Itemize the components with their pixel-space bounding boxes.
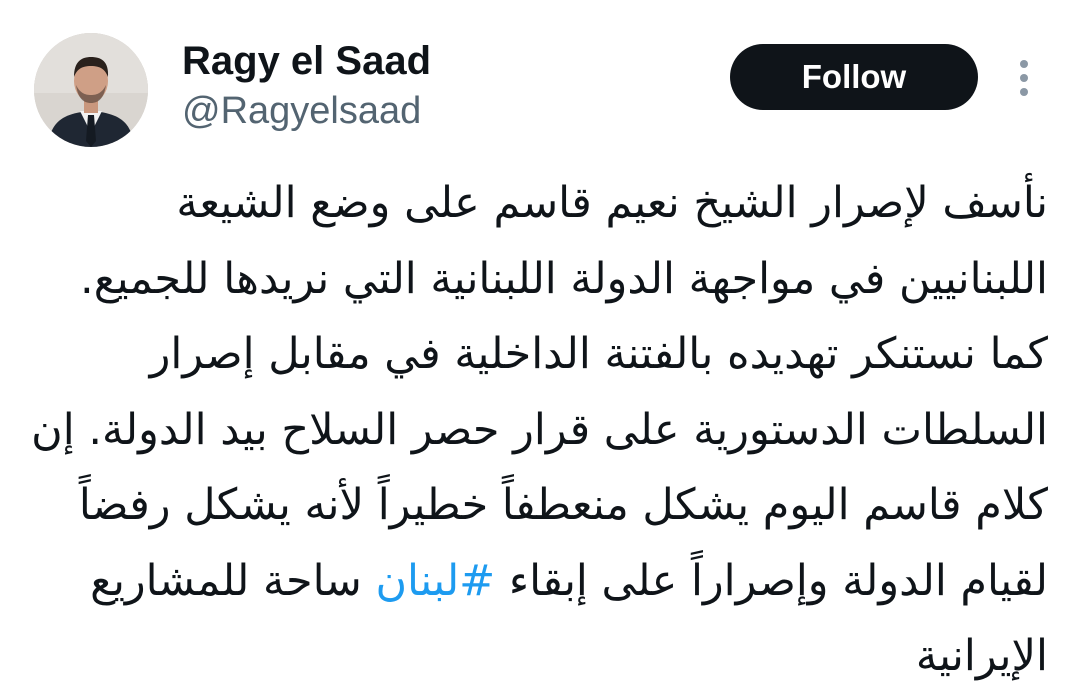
hashtag-link[interactable]: #لبنان [375,556,495,606]
tweet-line-part: لقيام الدولة وإصراراً على إبقاء [508,555,1048,606]
tweet-line: كلام قاسم اليوم يشكل منعطفاً خطيراً لأنه… [78,480,1048,530]
follow-button[interactable]: Follow [730,44,978,110]
tweet-header: Ragy el Saad @Ragyelsaad Follow [0,0,1080,150]
tweet-line: نأسف لإصرار الشيخ نعيم قاسم على وضع الشي… [176,178,1048,228]
tweet-line: الإيرانية [915,631,1048,681]
avatar[interactable] [34,33,148,147]
more-vertical-icon[interactable] [1006,56,1042,100]
tweet-line: السلطات الدستورية على قرار حصر السلاح بي… [31,404,1048,455]
tweet-line: كما نستنكر تهديده بالفتنة الداخلية في مق… [149,329,1048,379]
tweet-line-part: ساحة للمشاريع [90,555,362,606]
user-name[interactable]: Ragy el Saad [182,38,431,84]
tweet-line-with-hashtag: لقيام الدولة وإصراراً على إبقاء #لبنان س… [30,544,1048,620]
profile-photo [34,33,148,147]
user-handle[interactable]: @Ragyelsaad [182,88,421,134]
tweet-text: نأسف لإصرار الشيخ نعيم قاسم على وضع الشي… [30,166,1048,695]
tweet-line: اللبنانيين في مواجهة الدولة اللبنانية ال… [80,253,1048,304]
